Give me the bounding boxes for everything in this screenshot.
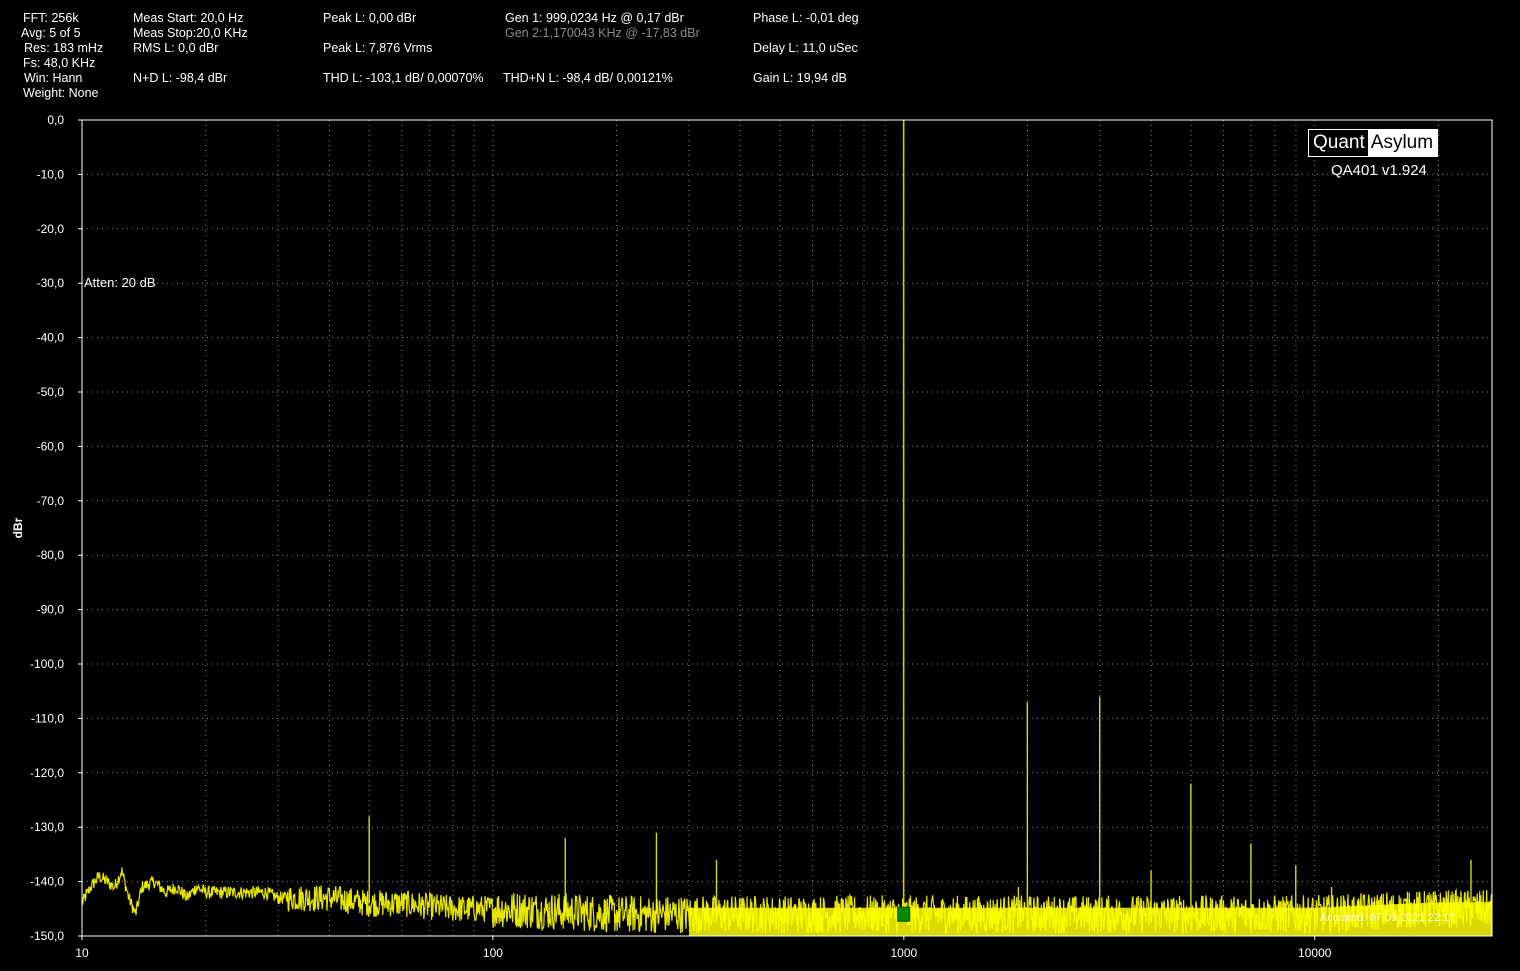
x-axis-ticks: 10 100 1000 10000 <box>75 936 1332 960</box>
x-tick-label: 1000 <box>890 946 917 960</box>
y-axis-ticks: 0,0 -10,0 -20,0 -30,0 -40,0 -50,0 -60,0 -70,0 -8… <box>30 113 82 943</box>
y-tick-label: -70,0 <box>37 494 65 508</box>
y-tick-label: -110,0 <box>31 711 64 725</box>
spectrum-chart[interactable]: 0,0 -10,0 -20,0 -30,0 -40,0 -50,0 -60,0 -70,0 -8… <box>0 0 1520 971</box>
y-tick-label: -150,0 <box>30 929 64 943</box>
y-tick-label: 0,0 <box>47 113 64 127</box>
marker-layer <box>897 906 911 922</box>
acquired-timestamp: Acquired: 07.09.2021 22:17 <box>1320 912 1456 924</box>
y-tick-label: -80,0 <box>37 548 65 562</box>
y-tick-label: -90,0 <box>37 603 65 617</box>
y-tick-label: -140,0 <box>30 875 64 889</box>
spectrum-trace <box>81 120 1493 936</box>
y-tick-label: -20,0 <box>37 222 65 236</box>
brand-name-part2: Asylum <box>1367 130 1438 156</box>
y-tick-label: -60,0 <box>37 439 65 453</box>
brand-logo: Quant Asylum <box>1308 129 1439 157</box>
grid-lines <box>82 120 1492 936</box>
y-tick-label: -130,0 <box>30 820 64 834</box>
y-tick-label: -50,0 <box>37 385 65 399</box>
x-tick-label: 10 <box>75 946 89 960</box>
brand-version: QA401 v1.924 <box>1331 162 1427 179</box>
y-axis-label: dBr <box>11 517 25 538</box>
attenuation-note: Atten: 20 dB <box>84 275 156 290</box>
x-tick-label: 10000 <box>1298 946 1332 960</box>
peak-marker[interactable] <box>897 906 911 922</box>
y-tick-label: -40,0 <box>37 331 65 345</box>
y-tick-label: -10,0 <box>37 167 65 181</box>
y-tick-label: -30,0 <box>37 276 65 290</box>
y-tick-label: -100,0 <box>30 657 64 671</box>
analyzer-screen: FFT: 256k Avg: 5 of 5 Res: 183 mHz Fs: 4… <box>0 0 1520 971</box>
plot-frame <box>81 119 1493 937</box>
x-tick-label: 100 <box>483 946 503 960</box>
y-tick-label: -120,0 <box>30 766 64 780</box>
brand-name-part1: Quant <box>1309 130 1368 156</box>
